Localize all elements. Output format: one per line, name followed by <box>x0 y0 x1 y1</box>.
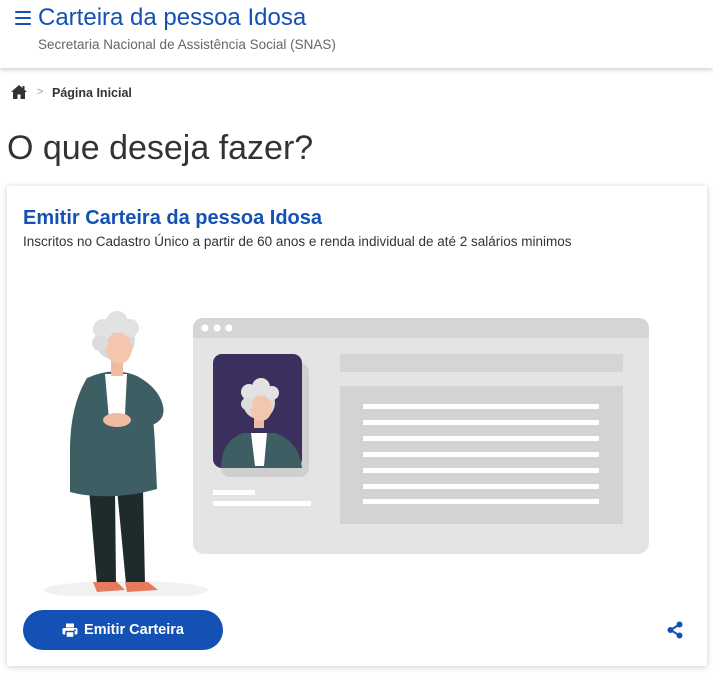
emitir-carteira-button-label: Emitir Carteira <box>84 622 184 638</box>
breadcrumb-current: Página Inicial <box>52 86 132 100</box>
print-icon <box>62 623 78 638</box>
elderly-id-card-illustration <box>44 311 649 596</box>
home-icon[interactable] <box>10 84 28 100</box>
card-title[interactable]: Emitir Carteira da pessoa Idosa <box>23 205 322 231</box>
elderly-woman-figure <box>44 311 208 596</box>
emitir-carteira-button[interactable]: Emitir Carteira <box>23 610 223 650</box>
app-subtitle: Secretaria Nacional de Assistência Socia… <box>38 37 336 52</box>
share-icon[interactable] <box>665 620 685 640</box>
hamburger-menu-icon[interactable] <box>15 11 31 25</box>
app-title[interactable]: Carteira da pessoa Idosa <box>38 3 306 33</box>
page-title: O que deseja fazer? <box>7 129 314 167</box>
emitir-carteira-card: Emitir Carteira da pessoa Idosa Inscrito… <box>7 186 707 666</box>
card-description: Inscritos no Cadastro Único a partir de … <box>23 234 572 249</box>
id-photo <box>213 354 309 477</box>
app-header: Carteira da pessoa Idosa Secretaria Naci… <box>0 0 713 68</box>
breadcrumb-separator: > <box>37 86 44 98</box>
